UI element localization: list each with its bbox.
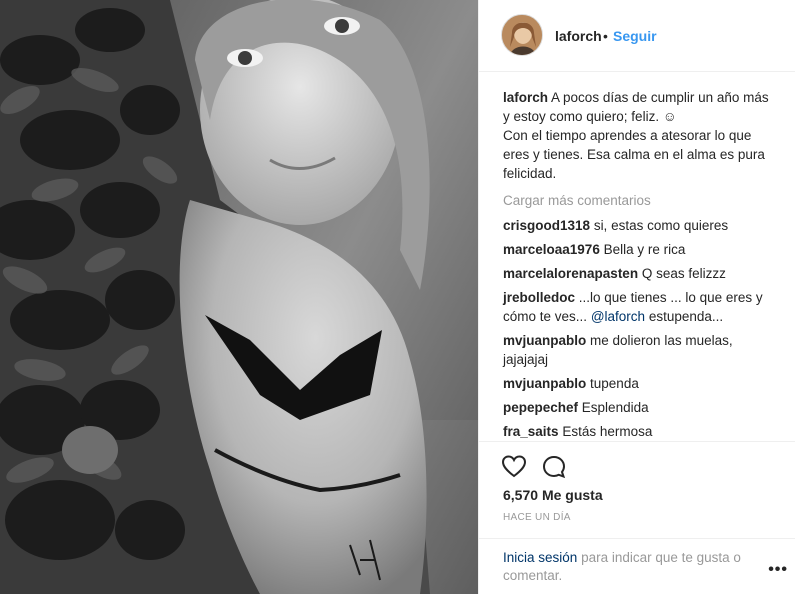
comment-text: Estás hermosa: [562, 424, 653, 439]
likes-number: 6,570: [503, 487, 539, 503]
post-image: [0, 0, 478, 594]
comment-username[interactable]: pepepechef: [503, 400, 578, 415]
more-options-icon[interactable]: •••: [768, 561, 788, 579]
comment-text: Esplendida: [581, 400, 649, 415]
caption-line-2: Con el tiempo aprendes a atesorar lo que…: [503, 128, 765, 181]
comment-item: fra_saits Estás hermosa: [503, 422, 773, 441]
comment-item: jrebolledoc ...lo que tienes ... lo que …: [503, 288, 773, 326]
load-more-comments-button[interactable]: Cargar más comentarios: [503, 191, 773, 210]
comment-item: crisgood1318 si, estas como quieres: [503, 216, 773, 235]
follow-button[interactable]: Seguir: [613, 28, 657, 44]
likes-label: Me gusta: [541, 487, 603, 503]
comment-item: mvjuanpablo tupenda: [503, 374, 773, 393]
comment-username[interactable]: crisgood1318: [503, 218, 590, 233]
comment-text: tupenda: [590, 376, 639, 391]
comment-item: marcelalorenapasten Q seas felizzz: [503, 264, 773, 283]
comment-text: Q seas felizzz: [641, 266, 726, 281]
comment-icon[interactable]: [541, 454, 567, 480]
comment-text: si, estas como quieres: [593, 218, 729, 233]
comment-username[interactable]: fra_saits: [503, 424, 559, 439]
caption-username[interactable]: laforch: [503, 90, 548, 105]
avatar[interactable]: [501, 14, 543, 56]
comment-username[interactable]: marcelalorenapasten: [503, 266, 638, 281]
likes-count[interactable]: 6,570 Me gusta: [503, 487, 603, 503]
login-link[interactable]: Inicia sesión: [503, 550, 577, 565]
caption: laforch A pocos días de cumplir un año m…: [503, 88, 773, 183]
comment-mention-link[interactable]: @laforch: [591, 309, 645, 324]
login-text: Inicia sesión para indicar que te gusta …: [503, 549, 763, 585]
comment-username[interactable]: jrebolledoc: [503, 290, 575, 305]
comment-username[interactable]: marceloaa1976: [503, 242, 600, 257]
header-username[interactable]: laforch: [555, 28, 602, 44]
comment-username[interactable]: mvjuanpablo: [503, 376, 586, 391]
comment-item: marceloaa1976 Bella y re rica: [503, 240, 773, 259]
comment-item: mvjuanpablo me dolieron las muelas, jaja…: [503, 331, 773, 369]
post-timestamp[interactable]: Hace un día: [503, 512, 571, 523]
comment-text-after: estupenda...: [648, 309, 724, 324]
header-separator: •: [603, 28, 608, 44]
comment-item: pepepechef Esplendida: [503, 398, 773, 417]
comment-text: Bella y re rica: [603, 242, 686, 257]
heart-icon[interactable]: [501, 454, 527, 480]
comment-username[interactable]: mvjuanpablo: [503, 333, 586, 348]
post-header: laforch • Seguir: [479, 0, 795, 72]
comments-list: laforch A pocos días de cumplir un año m…: [503, 88, 773, 446]
post-photo[interactable]: [0, 0, 478, 594]
post-sidebar: laforch • Seguir laforch A pocos días de…: [478, 0, 795, 594]
post-actions: 6,570 Me gusta Hace un día Inicia sesión…: [479, 441, 795, 591]
login-prompt: Inicia sesión para indicar que te gusta …: [479, 538, 795, 593]
